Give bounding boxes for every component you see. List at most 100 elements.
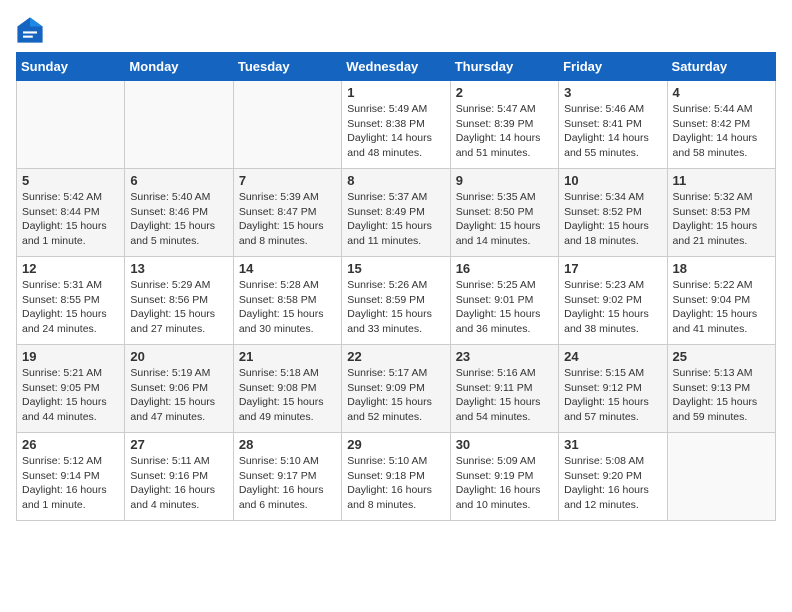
calendar-cell: 22 Sunrise: 5:17 AM Sunset: 9:09 PM Dayli… <box>342 345 450 433</box>
calendar-week-row: 1 Sunrise: 5:49 AM Sunset: 8:38 PM Daylig… <box>17 81 776 169</box>
day-number: 18 <box>673 261 770 276</box>
calendar-cell: 10Sunrise: 5:34 AM Sunset: 8:52 PM Dayli… <box>559 169 667 257</box>
calendar-cell: 3 Sunrise: 5:46 AM Sunset: 8:41 PM Daylig… <box>559 81 667 169</box>
day-info: Sunrise: 5:31 AM Sunset: 8:55 PM Dayligh… <box>22 278 119 337</box>
day-info: Sunrise: 5:25 AM Sunset: 9:01 PM Dayligh… <box>456 278 553 337</box>
calendar-cell: 25Sunrise: 5:13 AM Sunset: 9:13 PM Dayli… <box>667 345 775 433</box>
calendar-cell: 21 Sunrise: 5:18 AM Sunset: 9:08 PM Dayli… <box>233 345 341 433</box>
day-number: 22 <box>347 349 444 364</box>
calendar-cell: 31 Sunrise: 5:08 AM Sunset: 9:20 PM Dayli… <box>559 433 667 521</box>
day-info: Sunrise: 5:23 AM Sunset: 9:02 PM Dayligh… <box>564 278 661 337</box>
day-info: Sunrise: 5:17 AM Sunset: 9:09 PM Dayligh… <box>347 366 444 425</box>
day-of-week-header: Wednesday <box>342 53 450 81</box>
day-number: 31 <box>564 437 661 452</box>
day-of-week-header: Saturday <box>667 53 775 81</box>
day-info: Sunrise: 5:21 AM Sunset: 9:05 PM Dayligh… <box>22 366 119 425</box>
day-info: Sunrise: 5:18 AM Sunset: 9:08 PM Dayligh… <box>239 366 336 425</box>
calendar-cell: 14 Sunrise: 5:28 AM Sunset: 8:58 PM Dayli… <box>233 257 341 345</box>
day-info: Sunrise: 5:32 AM Sunset: 8:53 PM Dayligh… <box>673 190 770 249</box>
day-number: 15 <box>347 261 444 276</box>
calendar-cell <box>233 81 341 169</box>
calendar-cell: 20 Sunrise: 5:19 AM Sunset: 9:06 PM Dayli… <box>125 345 233 433</box>
day-info: Sunrise: 5:39 AM Sunset: 8:47 PM Dayligh… <box>239 190 336 249</box>
day-number: 28 <box>239 437 336 452</box>
day-number: 2 <box>456 85 553 100</box>
day-number: 19 <box>22 349 119 364</box>
calendar-cell: 5 Sunrise: 5:42 AM Sunset: 8:44 PM Daylig… <box>17 169 125 257</box>
day-info: Sunrise: 5:10 AM Sunset: 9:18 PM Dayligh… <box>347 454 444 513</box>
day-of-week-header: Thursday <box>450 53 558 81</box>
day-info: Sunrise: 5:10 AM Sunset: 9:17 PM Dayligh… <box>239 454 336 513</box>
day-info: Sunrise: 5:16 AM Sunset: 9:11 PM Dayligh… <box>456 366 553 425</box>
calendar-header-row: SundayMondayTuesdayWednesdayThursdayFrid… <box>17 53 776 81</box>
day-number: 16 <box>456 261 553 276</box>
calendar-cell: 13 Sunrise: 5:29 AM Sunset: 8:56 PM Dayli… <box>125 257 233 345</box>
day-info: Sunrise: 5:34 AM Sunset: 8:52 PM Dayligh… <box>564 190 661 249</box>
calendar-cell: 4 Sunrise: 5:44 AM Sunset: 8:42 PM Daylig… <box>667 81 775 169</box>
day-of-week-header: Sunday <box>17 53 125 81</box>
day-info: Sunrise: 5:47 AM Sunset: 8:39 PM Dayligh… <box>456 102 553 161</box>
day-info: Sunrise: 5:15 AM Sunset: 9:12 PM Dayligh… <box>564 366 661 425</box>
day-number: 29 <box>347 437 444 452</box>
calendar-cell: 9Sunrise: 5:35 AM Sunset: 8:50 PM Daylig… <box>450 169 558 257</box>
day-number: 24 <box>564 349 661 364</box>
calendar-week-row: 5 Sunrise: 5:42 AM Sunset: 8:44 PM Daylig… <box>17 169 776 257</box>
day-number: 4 <box>673 85 770 100</box>
day-number: 13 <box>130 261 227 276</box>
day-number: 30 <box>456 437 553 452</box>
calendar-cell: 7 Sunrise: 5:39 AM Sunset: 8:47 PM Daylig… <box>233 169 341 257</box>
calendar-cell: 27Sunrise: 5:11 AM Sunset: 9:16 PM Dayli… <box>125 433 233 521</box>
day-number: 14 <box>239 261 336 276</box>
logo-icon <box>16 16 44 44</box>
calendar-week-row: 12 Sunrise: 5:31 AM Sunset: 8:55 PM Dayli… <box>17 257 776 345</box>
page-header <box>16 16 776 44</box>
day-info: Sunrise: 5:42 AM Sunset: 8:44 PM Dayligh… <box>22 190 119 249</box>
day-info: Sunrise: 5:28 AM Sunset: 8:58 PM Dayligh… <box>239 278 336 337</box>
day-info: Sunrise: 5:29 AM Sunset: 8:56 PM Dayligh… <box>130 278 227 337</box>
calendar-week-row: 26 Sunrise: 5:12 AM Sunset: 9:14 PM Dayli… <box>17 433 776 521</box>
day-info: Sunrise: 5:11 AM Sunset: 9:16 PM Dayligh… <box>130 454 227 513</box>
calendar-cell: 15 Sunrise: 5:26 AM Sunset: 8:59 PM Dayli… <box>342 257 450 345</box>
day-number: 20 <box>130 349 227 364</box>
day-number: 1 <box>347 85 444 100</box>
calendar-cell <box>17 81 125 169</box>
day-number: 12 <box>22 261 119 276</box>
calendar-cell: 18 Sunrise: 5:22 AM Sunset: 9:04 PM Dayli… <box>667 257 775 345</box>
day-info: Sunrise: 5:12 AM Sunset: 9:14 PM Dayligh… <box>22 454 119 513</box>
calendar-cell: 28 Sunrise: 5:10 AM Sunset: 9:17 PM Dayli… <box>233 433 341 521</box>
calendar-cell: 24 Sunrise: 5:15 AM Sunset: 9:12 PM Dayli… <box>559 345 667 433</box>
calendar-cell <box>667 433 775 521</box>
day-number: 11 <box>673 173 770 188</box>
day-info: Sunrise: 5:26 AM Sunset: 8:59 PM Dayligh… <box>347 278 444 337</box>
day-info: Sunrise: 5:49 AM Sunset: 8:38 PM Dayligh… <box>347 102 444 161</box>
day-number: 6 <box>130 173 227 188</box>
calendar-cell: 16 Sunrise: 5:25 AM Sunset: 9:01 PM Dayli… <box>450 257 558 345</box>
day-info: Sunrise: 5:08 AM Sunset: 9:20 PM Dayligh… <box>564 454 661 513</box>
day-info: Sunrise: 5:37 AM Sunset: 8:49 PM Dayligh… <box>347 190 444 249</box>
day-number: 21 <box>239 349 336 364</box>
calendar-cell <box>125 81 233 169</box>
day-number: 26 <box>22 437 119 452</box>
day-number: 25 <box>673 349 770 364</box>
day-number: 9 <box>456 173 553 188</box>
day-info: Sunrise: 5:40 AM Sunset: 8:46 PM Dayligh… <box>130 190 227 249</box>
calendar-cell: 2 Sunrise: 5:47 AM Sunset: 8:39 PM Daylig… <box>450 81 558 169</box>
day-number: 7 <box>239 173 336 188</box>
day-info: Sunrise: 5:22 AM Sunset: 9:04 PM Dayligh… <box>673 278 770 337</box>
day-info: Sunrise: 5:46 AM Sunset: 8:41 PM Dayligh… <box>564 102 661 161</box>
calendar-cell: 17 Sunrise: 5:23 AM Sunset: 9:02 PM Dayli… <box>559 257 667 345</box>
day-info: Sunrise: 5:09 AM Sunset: 9:19 PM Dayligh… <box>456 454 553 513</box>
day-of-week-header: Friday <box>559 53 667 81</box>
calendar-cell: 26 Sunrise: 5:12 AM Sunset: 9:14 PM Dayli… <box>17 433 125 521</box>
day-number: 5 <box>22 173 119 188</box>
calendar-cell: 23Sunrise: 5:16 AM Sunset: 9:11 PM Dayli… <box>450 345 558 433</box>
calendar-cell: 12 Sunrise: 5:31 AM Sunset: 8:55 PM Dayli… <box>17 257 125 345</box>
calendar-cell: 19 Sunrise: 5:21 AM Sunset: 9:05 PM Dayli… <box>17 345 125 433</box>
calendar-week-row: 19 Sunrise: 5:21 AM Sunset: 9:05 PM Dayli… <box>17 345 776 433</box>
day-number: 3 <box>564 85 661 100</box>
day-of-week-header: Tuesday <box>233 53 341 81</box>
day-info: Sunrise: 5:19 AM Sunset: 9:06 PM Dayligh… <box>130 366 227 425</box>
day-number: 17 <box>564 261 661 276</box>
day-info: Sunrise: 5:44 AM Sunset: 8:42 PM Dayligh… <box>673 102 770 161</box>
calendar-cell: 11 Sunrise: 5:32 AM Sunset: 8:53 PM Dayli… <box>667 169 775 257</box>
